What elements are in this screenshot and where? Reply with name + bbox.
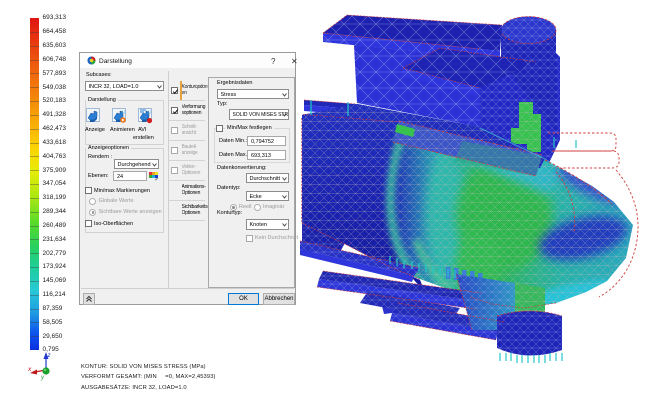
svg-text:x: x <box>27 366 32 373</box>
svg-text:z: z <box>47 353 51 359</box>
svg-text:y: y <box>40 375 45 381</box>
